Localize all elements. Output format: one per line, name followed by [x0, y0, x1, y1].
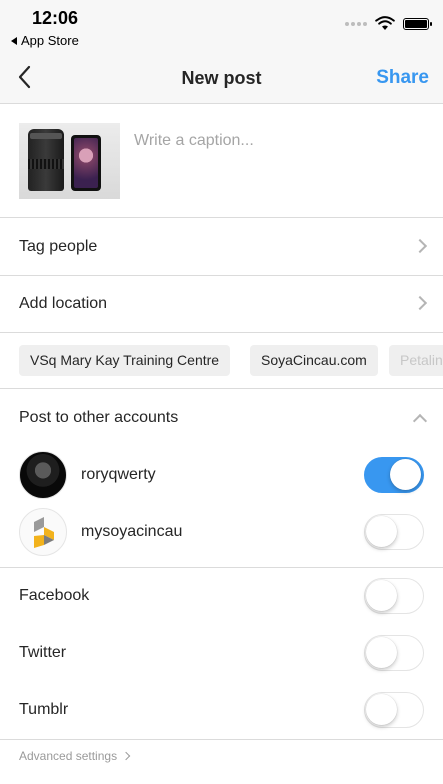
chevron-right-icon: [412, 238, 428, 254]
wifi-icon: [375, 16, 395, 30]
status-time: 12:06: [32, 8, 79, 28]
facebook-row: Facebook: [0, 568, 443, 625]
status-bar: 12:06 App Store: [0, 0, 443, 52]
location-chip[interactable]: SoyaCincau.com: [250, 345, 378, 376]
account-toggle[interactable]: [364, 457, 424, 493]
other-accounts-header[interactable]: Post to other accounts: [0, 390, 443, 447]
phone-shape: [71, 135, 101, 191]
avatar: [19, 508, 67, 556]
facebook-toggle[interactable]: [364, 578, 424, 614]
back-chevron-icon[interactable]: [14, 64, 36, 90]
tag-people-row[interactable]: Tag people: [0, 219, 443, 276]
back-to-app-link[interactable]: App Store: [11, 33, 79, 48]
account-row: roryqwerty: [0, 447, 443, 504]
account-row: mysoyacincau: [0, 504, 443, 561]
twitter-row: Twitter: [0, 625, 443, 682]
battery-icon: [403, 17, 432, 30]
facebook-label: Facebook: [19, 587, 90, 604]
account-toggle[interactable]: [364, 514, 424, 550]
caption-section: [0, 104, 443, 218]
twitter-toggle[interactable]: [364, 635, 424, 671]
lens-shape: [28, 129, 64, 191]
tumblr-label: Tumblr: [19, 701, 69, 718]
twitter-label: Twitter: [19, 644, 67, 661]
add-location-row[interactable]: Add location: [0, 276, 443, 333]
chevron-up-icon: [412, 413, 428, 429]
tumblr-row: Tumblr: [0, 682, 443, 739]
tag-people-label: Tag people: [19, 238, 98, 255]
back-triangle-icon: [11, 36, 17, 45]
chevron-right-icon: [121, 751, 131, 761]
tumblr-toggle[interactable]: [364, 692, 424, 728]
location-chip[interactable]: VSq Mary Kay Training Centre: [19, 345, 231, 376]
status-indicators: [345, 16, 432, 31]
location-suggestions: VSq Mary Kay Training Centre SoyaCincau.…: [0, 333, 443, 389]
other-accounts-heading: Post to other accounts: [19, 409, 179, 426]
account-username: mysoyacincau: [81, 523, 183, 540]
advanced-settings-link[interactable]: Advanced settings: [19, 749, 131, 763]
post-thumbnail[interactable]: [19, 123, 120, 199]
account-username: roryqwerty: [81, 466, 156, 483]
signal-icon: [345, 21, 367, 26]
divider: [0, 739, 443, 740]
avatar: [19, 451, 67, 499]
back-app-label: App Store: [21, 33, 79, 48]
soyacincau-logo-icon: [34, 517, 54, 548]
caption-input[interactable]: [134, 132, 424, 150]
share-button[interactable]: Share: [376, 67, 429, 89]
location-chip[interactable]: Petaling: [389, 345, 443, 376]
nav-bar: New post Share: [0, 52, 443, 104]
add-location-label: Add location: [19, 295, 108, 312]
chevron-right-icon: [412, 295, 428, 311]
advanced-settings-label: Advanced settings: [19, 749, 118, 763]
